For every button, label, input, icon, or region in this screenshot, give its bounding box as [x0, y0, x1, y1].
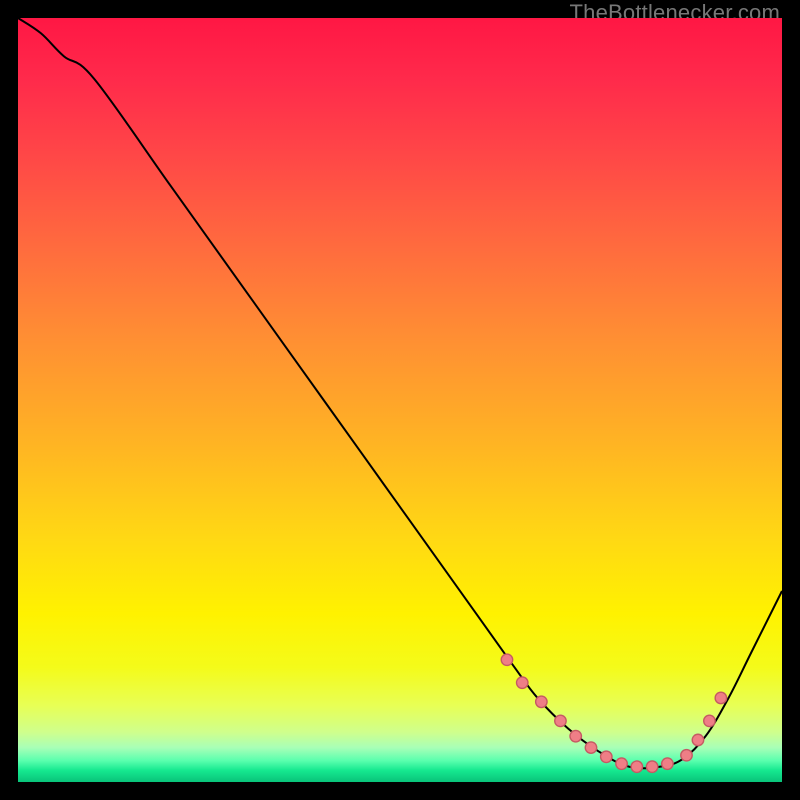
sweet-spot-dot — [631, 761, 642, 772]
sweet-spot-dot — [616, 758, 627, 769]
sweet-spot-dot — [555, 715, 566, 726]
sweet-spot-dot — [692, 734, 703, 745]
bottleneck-chart — [18, 18, 782, 782]
sweet-spot-dot — [646, 761, 657, 772]
sweet-spot-dot — [517, 677, 528, 688]
sweet-spot-dot — [570, 730, 581, 741]
chart-stage: TheBottlenecker.com — [0, 0, 800, 800]
sweet-spot-dot — [715, 692, 726, 703]
sweet-spot-dot — [681, 750, 692, 761]
sweet-spot-dot — [536, 696, 547, 707]
sweet-spot-dot — [585, 742, 596, 753]
sweet-spot-dot — [662, 758, 673, 769]
sweet-spot-dot — [501, 654, 512, 665]
sweet-spot-dot — [601, 751, 612, 762]
sweet-spot-dot — [704, 715, 715, 726]
